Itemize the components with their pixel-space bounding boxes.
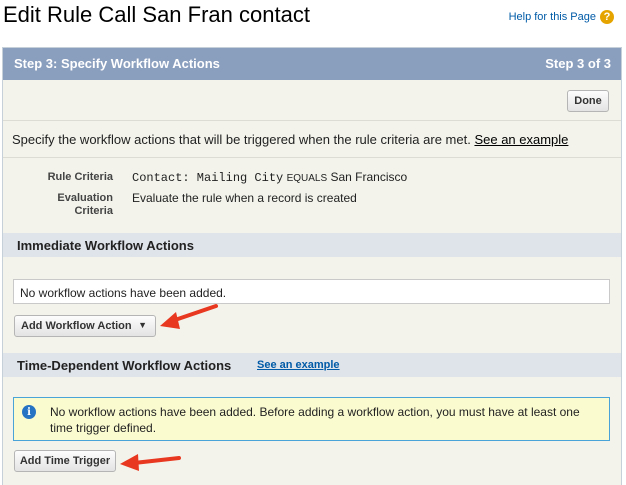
- criteria-field: Contact: Mailing City: [132, 171, 284, 185]
- arrow-annotation-icon: [120, 454, 181, 471]
- help-link[interactable]: Help for this Page ?: [509, 10, 614, 24]
- rule-criteria-value: Contact: Mailing City EQUALS San Francis…: [132, 170, 407, 185]
- criteria-value: San Francisco: [330, 170, 408, 184]
- help-link-label: Help for this Page: [508, 11, 596, 23]
- add-workflow-action-label: Add Workflow Action: [21, 320, 132, 332]
- see-example-link[interactable]: See an example: [257, 359, 340, 371]
- instructions-text: Specify the workflow actions that will b…: [12, 132, 471, 147]
- evaluation-label-line1: Evaluation: [57, 192, 113, 204]
- evaluation-criteria-label: Evaluation Criteria: [33, 192, 113, 218]
- immediate-actions-title: Immediate Workflow Actions: [17, 238, 194, 253]
- info-message: i No workflow actions have been added. B…: [13, 397, 610, 441]
- done-button[interactable]: Done: [567, 90, 609, 112]
- divider: [3, 120, 621, 121]
- info-message-text: No workflow actions have been added. Bef…: [50, 405, 580, 435]
- step-counter: Step 3 of 3: [545, 56, 611, 71]
- divider: [3, 157, 621, 158]
- info-icon: i: [22, 405, 36, 419]
- step-header: Step 3: Specify Workflow Actions Step 3 …: [3, 48, 621, 80]
- immediate-actions-header: Immediate Workflow Actions: [3, 233, 621, 257]
- rule-criteria-label: Rule Criteria: [47, 171, 113, 183]
- add-workflow-action-button[interactable]: Add Workflow Action ▼: [14, 315, 156, 337]
- time-dependent-actions-header: Time-Dependent Workflow Actions See an e…: [3, 353, 621, 377]
- question-icon: ?: [600, 10, 614, 24]
- arrow-annotation-icon: [160, 304, 218, 329]
- instructions: Specify the workflow actions that will b…: [12, 132, 568, 147]
- time-dependent-actions-title: Time-Dependent Workflow Actions: [17, 358, 232, 373]
- see-example-link[interactable]: See an example: [474, 132, 568, 147]
- chevron-down-icon: ▼: [138, 320, 147, 330]
- immediate-actions-list: No workflow actions have been added.: [13, 279, 610, 304]
- page-title: Edit Rule Call San Fran contact: [3, 2, 310, 27]
- evaluation-criteria-value: Evaluate the rule when a record is creat…: [132, 191, 357, 205]
- add-time-trigger-button[interactable]: Add Time Trigger: [14, 450, 116, 472]
- step-title: Step 3: Specify Workflow Actions: [14, 56, 220, 71]
- evaluation-label-line2: Criteria: [74, 205, 113, 217]
- criteria-operator: EQUALS: [286, 173, 328, 184]
